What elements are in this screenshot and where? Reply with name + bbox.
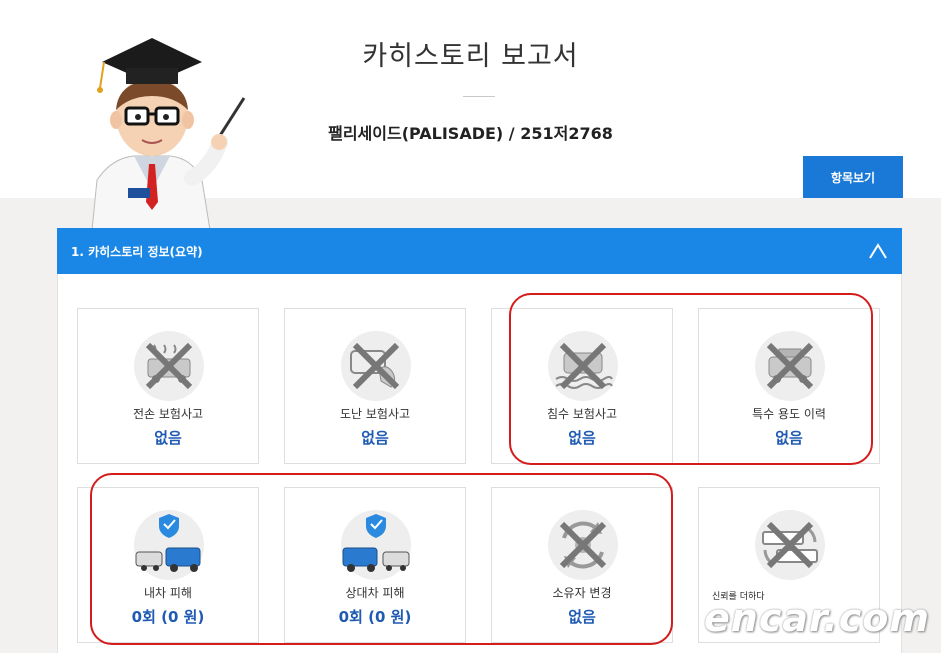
theft-icon: [341, 331, 411, 401]
card-value: 없음: [154, 429, 182, 447]
card-total-loss: 전손 보험사고 없음: [77, 308, 259, 464]
card-value: 없음: [361, 429, 389, 447]
card-label: 도난 보험사고: [339, 407, 411, 421]
card-theft: 도난 보험사고 없음: [284, 308, 466, 464]
card-label: 전손 보험사고: [132, 407, 204, 421]
view-items-button[interactable]: 항목보기: [803, 156, 903, 198]
plate-change-icon: [755, 510, 825, 580]
watermark-logo: encar.com: [704, 596, 930, 640]
section-title: 1. 카히스토리 정보(요약): [71, 245, 203, 259]
section-header-summary[interactable]: 1. 카히스토리 정보(요약): [57, 228, 902, 274]
highlight-damage-owner: [90, 473, 673, 645]
total-loss-icon: [134, 331, 204, 401]
chevron-up-icon[interactable]: [868, 242, 888, 260]
highlight-flood-special: [509, 293, 873, 465]
title-divider: [463, 96, 495, 97]
car-model-plate: 팰리세이드(PALISADE) / 251저2768: [328, 124, 613, 143]
page-title: 카히스토리 보고서: [362, 41, 579, 72]
